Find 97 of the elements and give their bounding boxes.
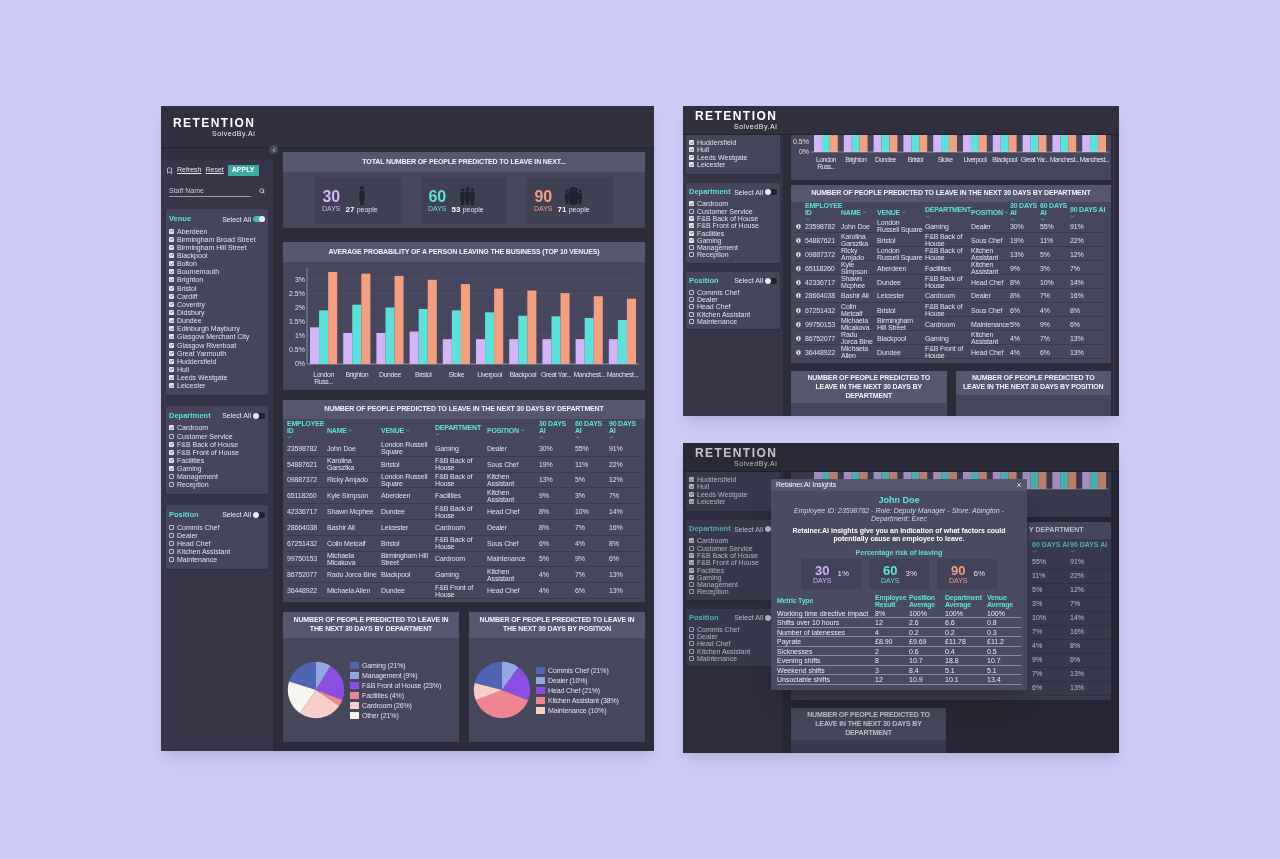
info-icon[interactable]	[795, 222, 802, 230]
sort-down-icon	[1070, 213, 1075, 219]
sort-down-icon	[1070, 549, 1075, 554]
checkbox[interactable]	[689, 560, 694, 566]
search-icon	[259, 188, 265, 194]
checkbox[interactable]	[169, 293, 174, 299]
days-number: 90	[534, 188, 553, 205]
bookmark-icon[interactable]	[166, 166, 173, 174]
sort-down-icon	[861, 209, 867, 215]
info-icon[interactable]	[795, 292, 802, 299]
info-icon[interactable]	[795, 250, 802, 258]
checkbox[interactable]	[689, 140, 694, 146]
checkbox[interactable]	[689, 162, 694, 168]
checkbox[interactable]	[169, 457, 174, 463]
days-number: 30	[814, 563, 830, 577]
checkbox[interactable]	[169, 301, 174, 307]
sort-down-icon	[575, 435, 580, 440]
days-number: 30	[322, 188, 341, 205]
sort-down-icon	[901, 209, 907, 215]
checkbox[interactable]	[169, 383, 174, 389]
close-icon[interactable]	[1016, 482, 1022, 488]
logo-title: RETENTION	[173, 116, 256, 129]
info-icon[interactable]	[795, 236, 802, 244]
info-icon[interactable]	[795, 264, 802, 272]
crowd-icon	[565, 186, 583, 205]
checkbox[interactable]	[169, 326, 174, 332]
checkbox[interactable]	[169, 375, 174, 381]
checkbox[interactable]	[689, 237, 694, 243]
checkbox[interactable]	[169, 342, 174, 348]
checkbox[interactable]	[169, 358, 174, 364]
chevron-left-icon	[270, 146, 277, 153]
checkbox[interactable]	[169, 269, 174, 275]
checkbox[interactable]	[169, 253, 174, 258]
logo-title: RETENTION	[695, 110, 778, 122]
checkbox[interactable]	[689, 477, 694, 483]
checkbox[interactable]	[689, 215, 694, 221]
employee-name: John Doe	[877, 496, 921, 505]
sort-down-icon	[405, 427, 411, 433]
checkbox[interactable]	[169, 334, 174, 340]
sort-down-icon	[609, 435, 614, 440]
checkbox[interactable]	[689, 574, 694, 580]
sort-down-icon	[925, 213, 930, 219]
checkbox[interactable]	[169, 425, 174, 431]
person-icon	[358, 186, 365, 205]
sort-down-icon	[347, 427, 353, 433]
toggle-switch[interactable]	[253, 412, 265, 419]
risk-percent: 3%	[905, 569, 918, 578]
checkbox[interactable]	[169, 244, 174, 250]
days-number: 90	[950, 563, 966, 577]
checkbox[interactable]	[689, 223, 694, 229]
sort-down-icon	[519, 427, 525, 433]
sort-down-icon	[805, 217, 810, 222]
checkbox[interactable]	[689, 499, 694, 505]
sort-down-icon	[287, 435, 292, 440]
checkbox[interactable]	[689, 552, 694, 558]
sort-up-icon	[539, 435, 544, 440]
risk-percent: 6%	[973, 569, 986, 578]
checkbox[interactable]	[169, 228, 174, 234]
toggle-switch[interactable]	[765, 277, 777, 284]
checkbox[interactable]	[689, 484, 694, 490]
checkbox[interactable]	[689, 491, 694, 497]
checkbox[interactable]	[689, 154, 694, 160]
checkbox[interactable]	[689, 567, 694, 573]
info-icon[interactable]	[795, 306, 802, 314]
toggle-switch[interactable]	[253, 511, 265, 518]
logo-title: RETENTION	[695, 447, 778, 459]
info-icon[interactable]	[795, 278, 802, 286]
sort-down-icon	[1040, 217, 1045, 222]
checkbox[interactable]	[689, 147, 694, 153]
checkbox[interactable]	[169, 318, 174, 324]
sort-down-icon	[1003, 209, 1009, 215]
checkbox[interactable]	[689, 230, 694, 236]
checkbox[interactable]	[169, 261, 174, 267]
group-icon	[460, 186, 476, 205]
days-number: 60	[882, 563, 898, 577]
checkbox[interactable]	[169, 441, 174, 447]
checkbox[interactable]	[169, 449, 174, 455]
info-icon[interactable]	[795, 348, 802, 356]
sort-up-icon	[1010, 217, 1015, 222]
risk-percent: 1%	[837, 569, 850, 578]
toggle-switch[interactable]	[765, 189, 777, 196]
info-icon[interactable]	[795, 334, 802, 342]
checkbox[interactable]	[689, 538, 694, 544]
checkbox[interactable]	[169, 350, 174, 356]
checkbox[interactable]	[169, 285, 174, 291]
sort-down-icon	[1032, 549, 1037, 554]
checkbox[interactable]	[169, 309, 174, 315]
checkbox[interactable]	[169, 236, 174, 242]
checkbox[interactable]	[689, 201, 694, 207]
checkbox[interactable]	[169, 466, 174, 472]
collapse-button[interactable]	[269, 145, 278, 154]
sort-down-icon	[435, 431, 440, 437]
checkbox[interactable]	[169, 277, 174, 283]
checkbox[interactable]	[169, 366, 174, 372]
info-icon[interactable]	[795, 320, 802, 328]
days-number: 60	[428, 188, 447, 205]
toggle-switch[interactable]	[253, 216, 265, 222]
